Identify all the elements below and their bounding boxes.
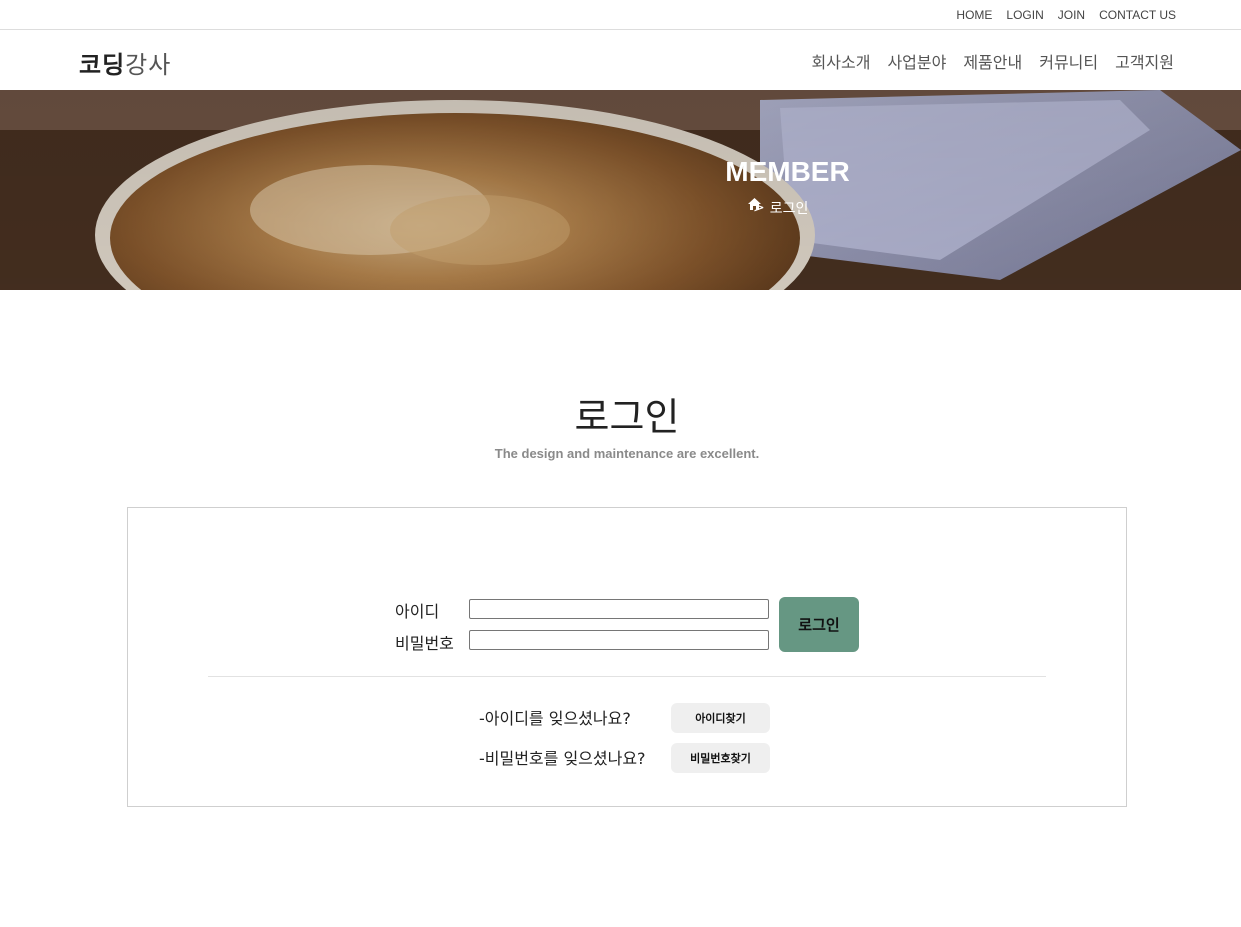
contact-link[interactable]: CONTACT US — [1099, 8, 1176, 22]
home-link[interactable]: HOME — [956, 8, 992, 22]
nav-item-support[interactable]: 고객지원 — [1115, 49, 1174, 73]
join-link[interactable]: JOIN — [1058, 8, 1085, 22]
nav-item-products[interactable]: 제품안내 — [963, 49, 1022, 73]
login-button[interactable]: 로그인 — [779, 597, 859, 652]
id-input[interactable] — [469, 599, 769, 619]
page-title: 로그인 — [574, 395, 680, 439]
logo-text-1: 코딩 — [79, 50, 126, 79]
hero-title: MEMBER — [725, 156, 850, 187]
find-password-text: -비밀번호를 잊으셨나요? — [479, 749, 646, 768]
site-logo[interactable]: 코딩강사 — [79, 45, 171, 80]
password-label: 비밀번호 — [395, 634, 454, 653]
find-id-button[interactable]: 아이디찾기 — [671, 703, 770, 733]
hero-banner: MEMBER > 로그인 — [0, 90, 1241, 290]
coffee-banner-image — [0, 90, 1241, 290]
top-utility-bar: HOME LOGIN JOIN CONTACT US — [0, 0, 1241, 30]
main-header: 코딩강사 회사소개 사업분야 제품안내 커뮤니티 고객지원 — [0, 30, 1241, 90]
find-password-button[interactable]: 비밀번호찾기 — [671, 743, 770, 773]
login-link[interactable]: LOGIN — [1006, 8, 1043, 22]
find-id-text: -아이디를 잊으셨나요? — [479, 709, 631, 728]
breadcrumb: > 로그인 — [748, 198, 808, 218]
divider — [208, 676, 1046, 677]
page-subtitle: The design and maintenance are excellent… — [494, 446, 760, 461]
main-nav: 회사소개 사업분야 제품안내 커뮤니티 고객지원 — [812, 49, 1174, 73]
nav-item-company[interactable]: 회사소개 — [812, 49, 871, 73]
login-form: 아이디 비밀번호 로그인 -아이디를 잊으셨나요? 아이디찾기 -비밀번호를 잊… — [127, 507, 1127, 807]
breadcrumb-current: 로그인 — [769, 201, 809, 217]
utility-links: HOME LOGIN JOIN CONTACT US — [956, 8, 1176, 22]
password-input[interactable] — [469, 630, 769, 650]
id-label: 아이디 — [395, 602, 440, 621]
nav-item-business[interactable]: 사업분야 — [887, 49, 946, 73]
nav-item-community[interactable]: 커뮤니티 — [1039, 49, 1098, 73]
logo-text-2: 강사 — [125, 51, 172, 79]
